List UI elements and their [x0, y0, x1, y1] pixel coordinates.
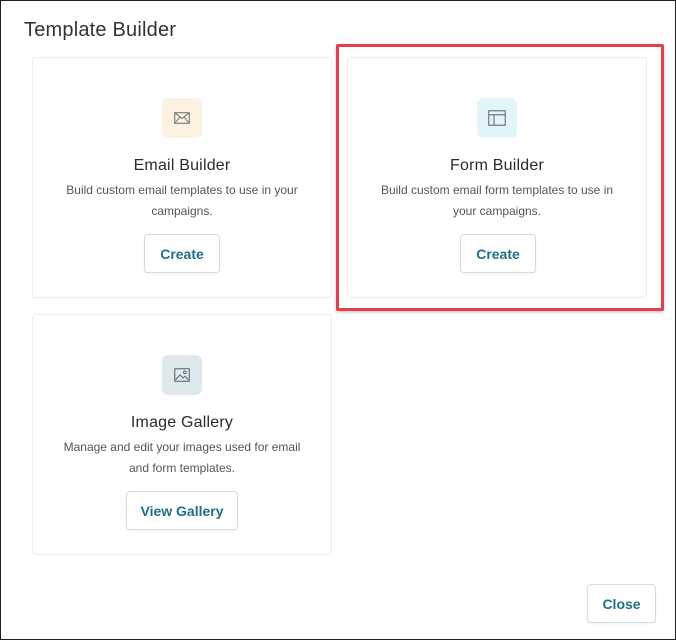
- card-title: Form Builder: [450, 157, 544, 174]
- close-button[interactable]: Close: [587, 584, 656, 623]
- card-description: Manage and edit your images used for ema…: [63, 440, 301, 475]
- layout-icon: [477, 98, 517, 138]
- card-title: Email Builder: [133, 157, 231, 174]
- card-title: Image Gallery: [130, 414, 234, 431]
- envelope-icon: [162, 98, 202, 138]
- image-icon: [162, 355, 202, 395]
- email-builder-card: Email Builder Build custom email templat…: [32, 57, 332, 298]
- card-description: Build custom email form templates to use…: [380, 183, 614, 218]
- form-builder-card: Form Builder Build custom email form tem…: [347, 57, 647, 298]
- image-gallery-card: Image Gallery Manage and edit your image…: [32, 314, 332, 555]
- template-builder-dialog: Template Builder Email Builder Build cus…: [0, 0, 676, 640]
- card-description: Build custom email templates to use in y…: [66, 183, 298, 218]
- dialog-title: Template Builder: [24, 19, 177, 41]
- view-gallery-button[interactable]: View Gallery: [126, 491, 238, 530]
- form-builder-create-button[interactable]: Create: [460, 234, 536, 273]
- email-builder-create-button[interactable]: Create: [144, 234, 220, 273]
